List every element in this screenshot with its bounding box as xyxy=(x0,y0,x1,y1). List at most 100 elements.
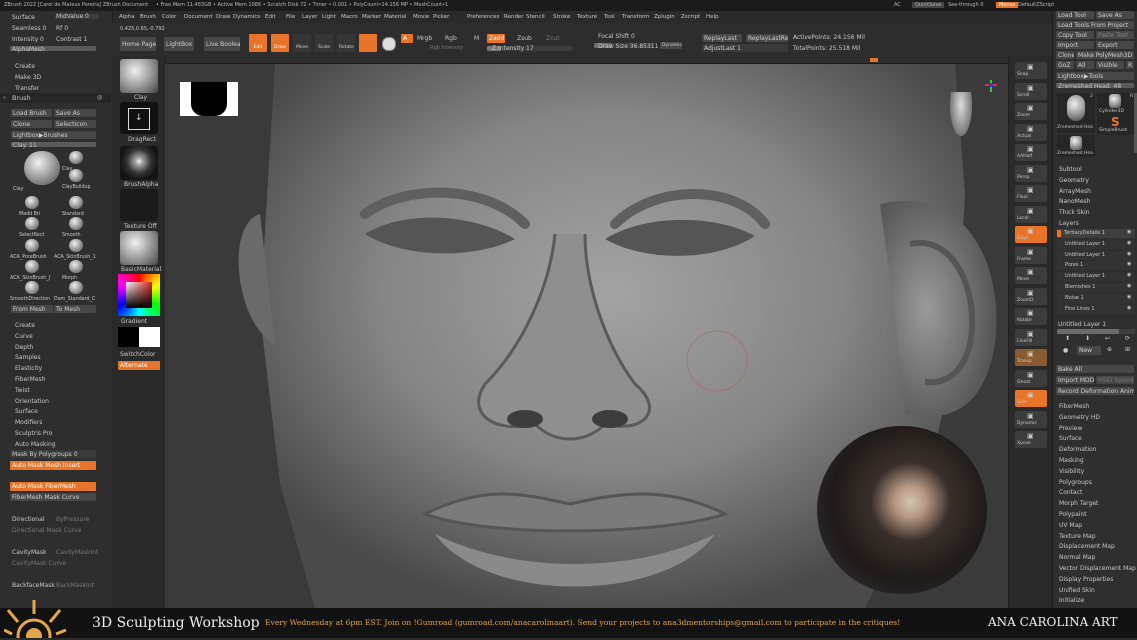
alternate-button[interactable]: Alternate xyxy=(118,361,160,370)
mdd-speed-slider[interactable]: MDD Speed xyxy=(1096,376,1134,384)
import-mdd-button[interactable]: Import MDD xyxy=(1056,376,1094,384)
tool-section-polypaint[interactable]: Polypaint xyxy=(1059,511,1087,518)
brush-thumb-0[interactable] xyxy=(24,151,60,185)
menu-zplugin[interactable]: Zplugin xyxy=(654,14,675,20)
save-as-button[interactable]: Save As xyxy=(54,109,96,117)
zcut-toggle[interactable]: Zcut xyxy=(546,35,560,42)
tool-section-vector-displacement-map[interactable]: Vector Displacement Map xyxy=(1059,565,1136,572)
tool-section-polygroups[interactable]: Polygroups xyxy=(1059,479,1092,486)
tool-section-fibermesh[interactable]: FiberMesh xyxy=(1059,403,1089,410)
tool-section-geometry[interactable]: Geometry xyxy=(1059,177,1089,184)
menu-file[interactable]: File xyxy=(286,14,295,20)
color-sphere-icon[interactable] xyxy=(382,37,396,51)
head-gizmo-icon[interactable] xyxy=(950,92,972,136)
brush-thumb-6[interactable] xyxy=(69,217,83,230)
copy-tool-button[interactable]: Copy Tool xyxy=(1056,31,1094,39)
menu-stencil[interactable]: Stencil xyxy=(526,14,545,20)
bake-all-button[interactable]: Bake All xyxy=(1056,365,1134,373)
layer-visibility-icon[interactable]: ◉ xyxy=(1127,261,1131,267)
brush-thumb-12[interactable] xyxy=(69,281,83,294)
layer-row[interactable]: Untitled Layer 1 ◉ xyxy=(1057,239,1135,249)
shelf-rotate-button[interactable]: ▣ Rotate xyxy=(1015,308,1047,325)
layer-up-icon[interactable]: ⬆ xyxy=(1065,335,1070,342)
cavity-mask-int-slider[interactable]: CavityMaskInt xyxy=(56,549,98,556)
menu-stroke[interactable]: Stroke xyxy=(553,14,571,20)
clone-brush-button[interactable]: Clone xyxy=(11,120,52,128)
make-polymesh-button[interactable]: Make PolyMesh3D xyxy=(1076,51,1134,59)
brush-thumb-10[interactable] xyxy=(69,260,83,273)
layer-row[interactable]: Untitled Layer 1 ◉ xyxy=(1057,250,1135,260)
menu-picker[interactable]: Picker xyxy=(433,14,449,20)
clay-brush-thumb[interactable] xyxy=(120,59,158,93)
menu-render[interactable]: Render xyxy=(504,14,524,20)
menu-layer[interactable]: Layer xyxy=(302,14,317,20)
zsub-toggle[interactable]: Zsub xyxy=(517,35,532,42)
cavity-mask-toggle[interactable]: CavityMask xyxy=(12,549,46,556)
by-pressure-toggle[interactable]: ByPressure xyxy=(56,516,89,523)
brush-section-curve[interactable]: Curve xyxy=(15,333,33,340)
clone-tool-button[interactable]: Clone xyxy=(1056,51,1074,59)
adjust-last-slider[interactable]: AdjustLast 1 xyxy=(702,44,788,52)
layer-visibility-icon[interactable]: ◉ xyxy=(1127,229,1131,235)
menu-draw[interactable]: Draw xyxy=(216,14,230,20)
lightbox-button[interactable]: LightBox xyxy=(164,37,194,51)
from-mesh-button[interactable]: From Mesh xyxy=(11,305,53,313)
layer-row[interactable]: Noise 1 ◉ xyxy=(1057,293,1135,303)
scale-button[interactable]: Scale xyxy=(315,34,333,52)
intensity-slider[interactable]: Intensity 0 xyxy=(12,36,44,43)
brush-section-auto-masking[interactable]: Auto Masking xyxy=(15,441,56,448)
menu-help[interactable]: Help xyxy=(706,14,719,20)
tool-section-nanomesh[interactable]: NanoMesh xyxy=(1059,198,1090,205)
create-button[interactable]: Create xyxy=(15,63,35,70)
shelf-zoomd-button[interactable]: ▣ ZoomD xyxy=(1015,287,1047,305)
secondary-color-swatch[interactable] xyxy=(118,327,160,347)
layer-visibility-icon[interactable]: ◉ xyxy=(1127,294,1131,300)
lightbox-tools-button[interactable]: Lightbox▶Tools xyxy=(1056,72,1134,80)
brush-thumb-9[interactable] xyxy=(25,260,39,273)
shelf-floor-button[interactable]: ▣ Floor xyxy=(1015,185,1047,202)
brush-thumb-7[interactable] xyxy=(25,239,39,252)
shelf-transp-button[interactable]: ▣ Transp xyxy=(1015,349,1047,366)
directional-toggle[interactable]: Directional xyxy=(12,516,44,523)
tool-section-visibility[interactable]: Visibility xyxy=(1059,468,1084,475)
dynamic-button[interactable]: Dynamic xyxy=(660,42,682,49)
goz-button[interactable]: GoZ xyxy=(1056,61,1074,69)
shelf-aahalf-button[interactable]: ▣ AAHalf xyxy=(1015,144,1047,161)
tool-section-preview[interactable]: Preview xyxy=(1059,425,1082,432)
mask-by-polygroups-slider[interactable]: Mask By Polygroups 0 xyxy=(10,450,96,458)
rgb-toggle[interactable]: Rgb xyxy=(445,35,457,42)
layer-row[interactable]: Blemishes 1 ◉ xyxy=(1057,283,1135,292)
tool-section-arraymesh[interactable]: ArrayMesh xyxy=(1059,188,1091,195)
tool-section-contact[interactable]: Contact xyxy=(1059,489,1082,496)
brush-section-create[interactable]: Create xyxy=(15,322,35,329)
layer-row[interactable]: Pores 1 ◉ xyxy=(1057,261,1135,271)
live-boolean-button[interactable]: Live Boolean xyxy=(204,37,240,51)
layer-row[interactable]: Untitled Layer 1 ◉ xyxy=(1057,272,1135,282)
canvas-viewport[interactable] xyxy=(165,64,1008,608)
tool-thumb-zremeshed[interactable]: Zremeshed Hea xyxy=(1057,93,1095,133)
tool-section-morph-target[interactable]: Morph Target xyxy=(1059,500,1098,507)
backmask-int-slider[interactable]: BackMaskInt xyxy=(56,582,94,589)
tool-section-geometry-hd[interactable]: Geometry HD xyxy=(1059,414,1100,421)
layer-delete-icon[interactable]: ⟳ xyxy=(1125,335,1130,342)
layer-visibility-icon[interactable]: ◉ xyxy=(1127,251,1131,257)
menu-transform[interactable]: Transform xyxy=(622,14,649,20)
tool-section-uv-map[interactable]: UV Map xyxy=(1059,522,1082,529)
layer-down-icon[interactable]: ⬇ xyxy=(1085,335,1090,342)
dragrect-thumb[interactable]: ↓ xyxy=(120,102,158,134)
layer-record-icon[interactable]: ● xyxy=(1063,347,1068,354)
menu-light[interactable]: Light xyxy=(322,14,336,20)
rgb-intensity-slider[interactable]: Rgb Intensity xyxy=(430,45,463,51)
layer-row[interactable]: Fine Lines 1 ◉ xyxy=(1057,304,1135,314)
brush-section-modifiers[interactable]: Modifiers xyxy=(15,419,42,426)
brush-thumb-3[interactable] xyxy=(25,196,39,209)
color-square[interactable] xyxy=(126,282,152,308)
goz-visible-button[interactable]: Visible xyxy=(1096,61,1124,69)
layer-split-icon[interactable]: ⊞ xyxy=(1125,346,1130,353)
import-button[interactable]: Import xyxy=(1056,41,1094,49)
brush-section-samples[interactable]: Samples xyxy=(15,354,41,361)
default-zscript[interactable]: DefaultZScript xyxy=(1018,2,1054,8)
menu-edit[interactable]: Edit xyxy=(265,14,276,20)
replay-last-button[interactable]: ReplayLast xyxy=(702,34,742,42)
contrast-slider[interactable]: Contrast 1 xyxy=(56,36,87,43)
